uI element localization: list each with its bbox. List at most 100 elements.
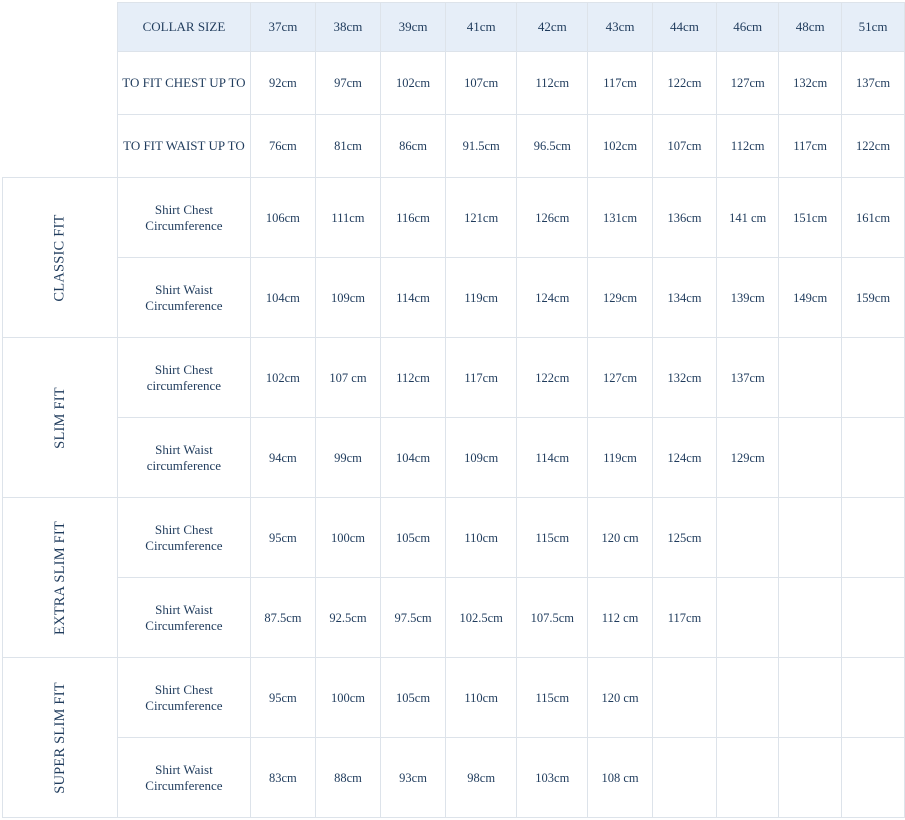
table-cell: 97cm (314, 51, 382, 115)
table-cell: 81cm (314, 114, 382, 178)
blank-cell (2, 114, 118, 178)
table-cell: 112cm (516, 51, 589, 115)
table-cell: 127cm (716, 51, 780, 115)
table-cell: 102cm (587, 114, 653, 178)
table-cell (651, 657, 718, 738)
table-cell (841, 657, 905, 738)
table-cell: 129cm (716, 417, 780, 498)
size-header: 41cm (445, 2, 518, 52)
blank-cell (2, 51, 118, 115)
table-cell: 83cm (249, 737, 316, 818)
table-cell (778, 417, 843, 498)
table-cell (778, 497, 843, 578)
table-cell: 121cm (445, 177, 518, 258)
table-cell: 141 cm (716, 177, 780, 258)
table-cell: 107cm (651, 114, 718, 178)
table-cell: 108 cm (587, 737, 653, 818)
size-header: 38cm (314, 2, 382, 52)
table-cell (841, 737, 905, 818)
table-cell: 124cm (651, 417, 718, 498)
table-row: CLASSIC FIT Shirt Chest Circumference 106c… (2, 177, 905, 338)
table-cell: 134cm (651, 257, 718, 338)
row-label: Shirt Chest Circumference (116, 177, 251, 258)
table-cell: 117cm (445, 337, 518, 418)
table-cell: 119cm (445, 257, 518, 338)
row-label: Shirt Chest circumference (116, 337, 251, 418)
table-cell: 94cm (249, 417, 316, 498)
row-label: TO FIT WAIST UP TO (116, 114, 251, 178)
table-cell: 132cm (651, 337, 718, 418)
table-cell: 91.5cm (445, 114, 518, 178)
table-cell: 107.5cm (516, 577, 589, 658)
table-cell: 100cm (314, 657, 382, 738)
table-cell (841, 337, 905, 418)
table-cell: 159cm (841, 257, 905, 338)
table-cell: 100cm (314, 497, 382, 578)
table-row: SLIM FIT Shirt Chest circumference 102cm 10… (2, 337, 905, 498)
size-header: 37cm (249, 2, 316, 52)
table-cell: 117cm (651, 577, 718, 658)
table-cell: 104cm (249, 257, 316, 338)
table-cell: 96.5cm (516, 114, 589, 178)
table-cell: 110cm (445, 657, 518, 738)
table-cell: 122cm (516, 337, 589, 418)
table-cell: 102cm (249, 337, 316, 418)
table-row: Shirt Waist Circumference 104cm 109cm 114cm… (3, 257, 905, 338)
table-cell: 88cm (314, 737, 382, 818)
table-cell (841, 577, 905, 658)
table-cell: 102cm (380, 51, 447, 115)
row-label: Shirt Waist Circumference (116, 577, 251, 658)
table-cell: 109cm (445, 417, 518, 498)
table-cell: 92cm (249, 51, 316, 115)
table-cell: 104cm (380, 417, 447, 498)
table-cell: 98cm (445, 737, 518, 818)
table-cell (716, 577, 780, 658)
table-cell: 105cm (380, 657, 447, 738)
fit-measure-row: TO FIT WAIST UP TO 76cm 81cm 86cm 91.5cm 96.5… (2, 114, 905, 178)
table-cell: 102.5cm (445, 577, 518, 658)
table-cell: 95cm (249, 657, 316, 738)
size-header: 39cm (380, 2, 447, 52)
table-cell: 129cm (587, 257, 653, 338)
table-cell (841, 417, 905, 498)
table-cell: 122cm (841, 114, 905, 178)
table-cell: 106cm (249, 177, 316, 258)
row-label: TO FIT CHEST UP TO (116, 51, 251, 115)
table-cell: 122cm (651, 51, 718, 115)
table-row: Shirt Waist Circumference 87.5cm 92.5cm 97.… (3, 577, 905, 658)
table-cell: 109cm (314, 257, 382, 338)
row-label: Shirt Waist circumference (116, 417, 251, 498)
row-label: Shirt Waist Circumference (116, 257, 251, 338)
table-cell: 76cm (249, 114, 316, 178)
table-cell: 86cm (380, 114, 447, 178)
table-cell (778, 657, 843, 738)
fit-group-label: SUPER SLIM FIT (2, 657, 118, 818)
table-cell: 139cm (716, 257, 780, 338)
table-cell: 115cm (516, 657, 589, 738)
size-header: 43cm (587, 2, 653, 52)
table-cell: 97.5cm (380, 577, 447, 658)
table-cell: 161cm (841, 177, 905, 258)
table-cell: 151cm (778, 177, 843, 258)
table-cell: 95cm (249, 497, 316, 578)
table-cell: 117cm (587, 51, 653, 115)
table-cell (778, 577, 843, 658)
table-cell: 110cm (445, 497, 518, 578)
table-cell: 116cm (380, 177, 447, 258)
table-cell: 114cm (380, 257, 447, 338)
table-cell: 149cm (778, 257, 843, 338)
table-cell (778, 737, 843, 818)
size-header: 46cm (716, 2, 780, 52)
table-cell: 93cm (380, 737, 447, 818)
size-header: 48cm (778, 2, 843, 52)
table-cell (716, 497, 780, 578)
table-row: Shirt Waist circumference 94cm 99cm 104cm 10… (3, 417, 905, 498)
fit-name: SUPER SLIM FIT (51, 681, 68, 794)
fit-group-label: SLIM FIT (2, 337, 118, 498)
table-cell: 137cm (716, 337, 780, 418)
header-row: COLLAR SIZE 37cm 38cm 39cm 41cm 42cm 43c… (2, 2, 905, 52)
table-cell: 137cm (841, 51, 905, 115)
table-cell: 105cm (380, 497, 447, 578)
table-cell: 111cm (314, 177, 382, 258)
table-cell (716, 657, 780, 738)
